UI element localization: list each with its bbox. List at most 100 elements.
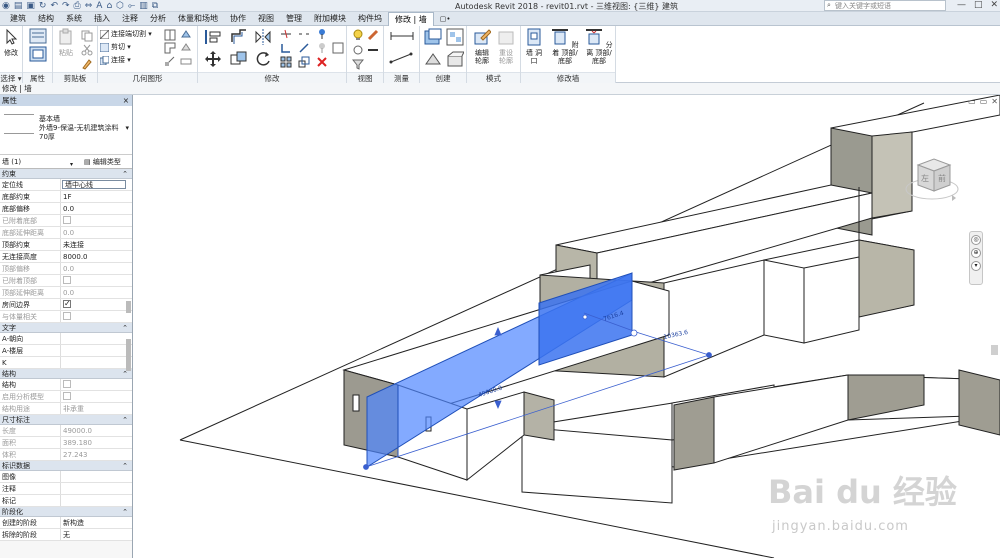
tab-analyze[interactable]: 分析: [144, 12, 172, 26]
collapse-icon[interactable]: ⌃: [122, 169, 132, 178]
zoom-icon[interactable]: ⊕: [971, 248, 981, 258]
hide-bulb-icon[interactable]: [352, 29, 364, 41]
minimize-icon[interactable]: —: [957, 0, 966, 10]
tab-architecture[interactable]: 建筑: [4, 12, 32, 26]
property-value[interactable]: 0.0: [61, 203, 132, 214]
property-group-header[interactable]: 文字 ⌃: [0, 323, 132, 333]
mirror-axis-icon[interactable]: [254, 28, 272, 46]
wall-opening-button[interactable]: 墙 洞口: [523, 28, 545, 65]
align-icon[interactable]: [204, 28, 222, 46]
open-icon[interactable]: ▤: [14, 1, 23, 11]
close-hidden-icon[interactable]: ▥: [139, 1, 148, 11]
text-icon[interactable]: A: [96, 1, 102, 11]
property-value[interactable]: 1F: [61, 191, 132, 202]
type-properties-icon[interactable]: [29, 46, 47, 62]
cut-icon[interactable]: [81, 44, 93, 56]
tile-icon[interactable]: ▭: [980, 97, 988, 106]
filter-icon[interactable]: [351, 58, 365, 70]
property-value[interactable]: [61, 299, 132, 310]
property-group-header[interactable]: 约束 ⌃: [0, 169, 132, 179]
collapse-icon[interactable]: ⌃: [122, 461, 132, 470]
override-graphics-icon[interactable]: [367, 29, 379, 41]
navbar-menu-icon[interactable]: ▾: [971, 261, 981, 271]
tab-structure[interactable]: 结构: [32, 12, 60, 26]
properties-icon[interactable]: [29, 28, 47, 44]
create-similar-icon[interactable]: [424, 50, 442, 68]
match-type-icon[interactable]: [81, 58, 93, 70]
split-face-icon[interactable]: [164, 29, 176, 41]
chevron-down-icon[interactable]: ▾: [70, 158, 73, 172]
split-icon[interactable]: [280, 28, 292, 40]
remove-paint-icon[interactable]: [180, 42, 192, 54]
switch-windows-icon[interactable]: ⧉: [152, 1, 158, 11]
scale-icon[interactable]: [298, 56, 310, 68]
cope-button[interactable]: 连接端切割 ▾: [100, 29, 152, 40]
property-value[interactable]: 墙中心线: [62, 180, 126, 189]
3d-viewport[interactable]: 7616.4 10363.6 49000.0 ▭ ▭ ✕ 左 前 ◎ ⊕ ▾ B…: [134, 95, 1000, 558]
print-icon[interactable]: ⎙: [74, 1, 81, 11]
type-selector[interactable]: 基本墙 外墙9-保温-无机建筑涂料 70厚 ▾: [0, 106, 132, 155]
paint-icon[interactable]: [180, 29, 192, 41]
property-value[interactable]: [61, 471, 132, 482]
select-panel-label[interactable]: 选择 ▾: [0, 72, 22, 83]
property-value[interactable]: [61, 357, 132, 368]
property-value[interactable]: 未连接: [61, 239, 132, 250]
unpin-icon[interactable]: [316, 42, 328, 54]
aligned-dimension-icon[interactable]: [389, 52, 415, 64]
edit-type-button[interactable]: ▤ 编辑类型: [84, 155, 121, 169]
property-value[interactable]: [61, 379, 132, 390]
tag-icon[interactable]: ⌂: [106, 1, 112, 11]
property-value[interactable]: [61, 333, 132, 344]
tab-annotate[interactable]: 注释: [116, 12, 144, 26]
properties-scrollbar[interactable]: [126, 301, 131, 313]
properties-scrollbar-thumb[interactable]: [126, 339, 131, 371]
copy-element-icon[interactable]: [230, 50, 248, 68]
close-view-icon[interactable]: ✕: [991, 97, 998, 106]
multi-copy-icon[interactable]: [332, 42, 344, 54]
restore-icon[interactable]: ▭: [968, 97, 976, 106]
undo-icon[interactable]: ↶: [50, 1, 58, 11]
property-group-header[interactable]: 结构 ⌃: [0, 369, 132, 379]
property-value[interactable]: [61, 483, 132, 494]
linework-icon[interactable]: [367, 44, 379, 56]
collapse-icon[interactable]: ⌃: [122, 507, 132, 516]
paste-button[interactable]: 粘贴: [55, 28, 77, 57]
attach-top-base-button[interactable]: 附着 顶部/底部: [549, 28, 581, 65]
pin-icon[interactable]: [316, 28, 328, 40]
demolish-icon[interactable]: [164, 55, 176, 67]
section-icon[interactable]: ⟜: [128, 1, 135, 11]
join-geometry-button[interactable]: 连接 ▾: [100, 55, 131, 66]
sync-icon[interactable]: ↻: [39, 1, 47, 11]
create-group-icon[interactable]: [446, 28, 464, 46]
trim-icon[interactable]: [280, 42, 292, 54]
viewcube-menu-icon[interactable]: [952, 195, 956, 201]
property-value[interactable]: 无: [61, 529, 132, 540]
search-input[interactable]: ⌕ 键入关键字或短语: [824, 0, 946, 11]
tab-view[interactable]: 视图: [252, 12, 280, 26]
split-gap-icon[interactable]: [298, 28, 310, 40]
rotate-icon[interactable]: [254, 50, 272, 68]
wall-joins-icon[interactable]: [164, 42, 176, 54]
property-checkbox[interactable]: [63, 380, 71, 388]
tab-addins[interactable]: 附加模块: [308, 12, 352, 26]
steering-wheel-icon[interactable]: ◎: [971, 235, 981, 245]
trim-single-icon[interactable]: [298, 42, 310, 54]
reset-profile-button[interactable]: 重设 轮廓: [495, 28, 517, 65]
array-icon[interactable]: [280, 56, 292, 68]
3d-view-icon[interactable]: ⬡: [116, 1, 124, 11]
offset-icon[interactable]: [230, 28, 248, 46]
cut-geometry-button[interactable]: 剪切 ▾: [100, 42, 131, 53]
tab-insert[interactable]: 插入: [88, 12, 116, 26]
edit-profile-button[interactable]: 编辑 轮廓: [471, 28, 493, 65]
measure-icon[interactable]: ⇔: [85, 1, 93, 11]
tab-systems[interactable]: 系统: [60, 12, 88, 26]
property-value[interactable]: [61, 345, 132, 356]
property-value[interactable]: 8000.0: [61, 251, 132, 262]
unjoin-icon[interactable]: [180, 55, 192, 67]
hide-element-icon[interactable]: [352, 44, 364, 56]
property-value[interactable]: 新构造: [61, 517, 132, 528]
maximize-icon[interactable]: □: [974, 0, 983, 10]
create-assembly-icon[interactable]: [446, 50, 465, 68]
viewcube[interactable]: 左 前: [904, 151, 960, 203]
chevron-down-icon[interactable]: ▾: [125, 124, 129, 132]
